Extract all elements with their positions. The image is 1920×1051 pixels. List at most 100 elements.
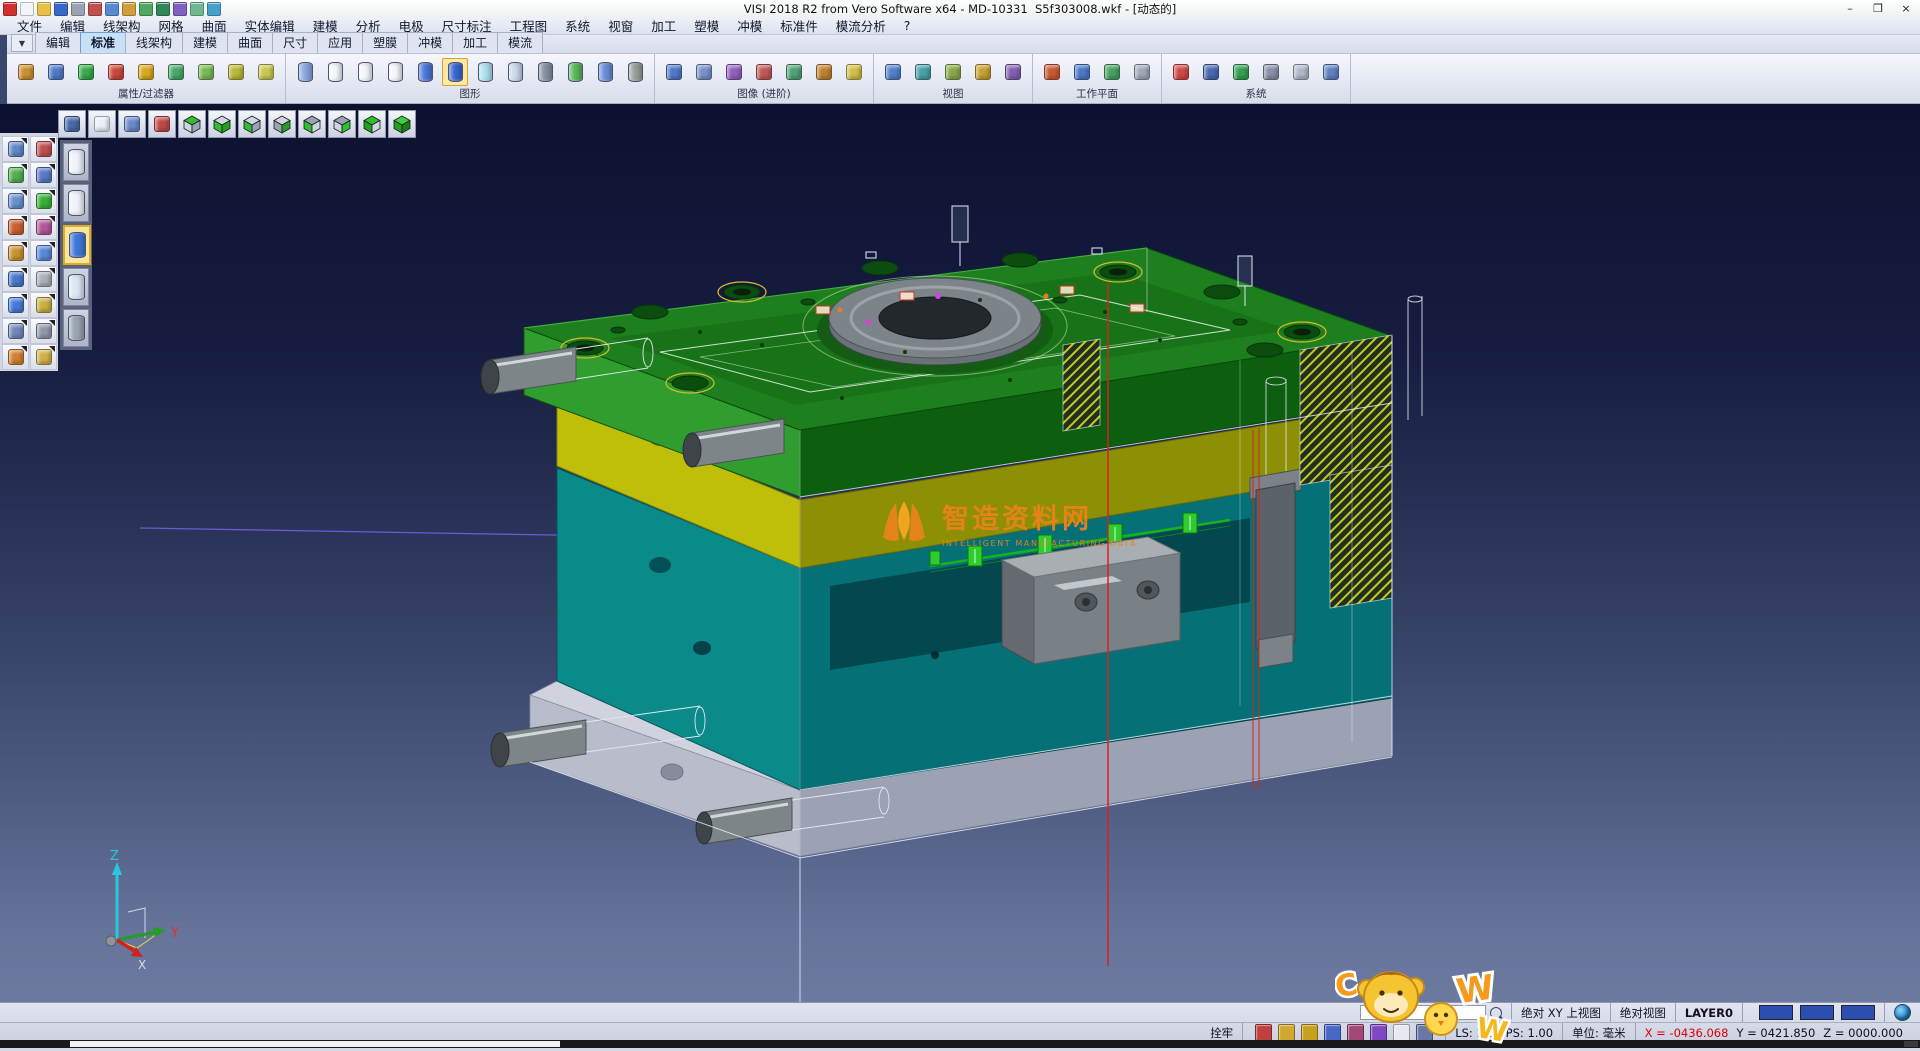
viewport-split-icon[interactable] [30,240,57,266]
tab-5[interactable]: 尺寸 [272,32,318,53]
render-snapshot-icon[interactable] [841,58,867,86]
visi-logo-icon[interactable] [3,2,17,16]
tab-9[interactable]: 加工 [452,32,498,53]
tab-4[interactable]: 曲面 [227,32,273,53]
tab-8[interactable]: 冲模 [407,32,453,53]
system-monitor-icon[interactable] [1198,58,1224,86]
minimize-button[interactable]: – [1836,0,1864,17]
view-iso-cube-icon[interactable] [358,110,386,138]
layer-swatch-1[interactable] [1800,1005,1834,1020]
cut-icon[interactable] [88,2,102,16]
view-zoom-icon[interactable] [880,58,906,86]
mode-wireframe-a-icon[interactable] [63,143,89,181]
grid-toggle-icon[interactable] [1416,1024,1433,1041]
solid-ghost-icon[interactable] [502,58,528,86]
solid-transparent-icon[interactable] [472,58,498,86]
render-dynamic-icon[interactable] [751,58,777,86]
close-button[interactable]: × [1892,0,1920,17]
preview-zoom-icon[interactable] [2,136,29,162]
solid-preview-icon[interactable] [30,266,57,292]
sketch-curve-icon[interactable] [30,162,57,188]
filter-refresh-icon[interactable] [163,58,189,86]
workplane-xy-icon[interactable] [1039,58,1065,86]
solid-wireframe-icon[interactable] [532,58,558,86]
workplane-grid-icon[interactable] [1129,58,1155,86]
visibility-level-icon[interactable] [223,58,249,86]
fit-frame-icon[interactable] [2,162,29,188]
solid-wire-b-icon[interactable] [352,58,378,86]
view-top-cube-icon[interactable] [178,110,206,138]
view-back-cube-icon[interactable] [268,110,296,138]
save-file-icon[interactable] [54,2,68,16]
layers-icon[interactable] [173,2,187,16]
system-iso-box-icon[interactable] [1318,58,1344,86]
render-shaded-icon[interactable] [661,58,687,86]
workplane-align-icon[interactable] [1099,58,1125,86]
zoom-previous-icon[interactable] [118,110,146,138]
view-bottom-cube-icon[interactable] [208,110,236,138]
viewport-3d[interactable]: Z Y X 智造资料网 INTELLIGENT MANUFACTURING DA… [0,104,1920,1002]
filter-remove-icon[interactable] [103,58,129,86]
erase-entity-icon[interactable] [30,136,57,162]
snap-lock-icon[interactable] [1255,1024,1272,1041]
filter-mask-icon[interactable] [43,58,69,86]
open-file-icon[interactable] [37,2,51,16]
import-file-icon[interactable] [30,344,57,370]
attributes-palette-icon[interactable] [13,58,39,86]
render-analysis-icon[interactable] [781,58,807,86]
menu-item-16[interactable]: 标准件 [771,16,827,35]
tab-3[interactable]: 建模 [182,32,228,53]
solid-wire-a-icon[interactable] [322,58,348,86]
view-left-cube-icon[interactable] [298,110,326,138]
menu-item-14[interactable]: 塑模 [685,16,728,35]
system-globe-gear-icon[interactable] [1228,58,1254,86]
license-key-icon[interactable] [1301,1024,1318,1041]
view-right-cube-icon[interactable] [328,110,356,138]
view-orbit-icon[interactable] [910,58,936,86]
copy-icon[interactable] [105,2,119,16]
view-reference-indicator[interactable]: 绝对视图 [1610,1003,1675,1022]
tab-7[interactable]: 塑膜 [362,32,408,53]
system-colors-icon[interactable] [1168,58,1194,86]
mode-ghost-icon[interactable] [63,268,89,306]
render-hidden-line-icon[interactable] [721,58,747,86]
profile-tool-icon[interactable] [1393,1024,1410,1041]
solid-create-icon[interactable] [562,58,588,86]
solid-shaded-icon[interactable] [412,58,438,86]
tab-overflow-button[interactable]: ▼ [11,34,33,52]
print-icon[interactable] [71,2,85,16]
online-status[interactable] [1884,1003,1920,1022]
menu-item-12[interactable]: 视窗 [599,16,642,35]
active-layer-indicator[interactable]: LAYER0 [1675,1003,1742,1022]
filter-traffic-light-icon[interactable] [133,58,159,86]
menu-item-17[interactable]: 模流分析 [827,16,895,35]
tab-0[interactable]: 编辑 [35,32,81,53]
workspace-icon[interactable] [207,2,221,16]
system-point-grid-icon[interactable] [1258,58,1284,86]
solid-tools-icon[interactable] [622,58,648,86]
search-icon[interactable] [1490,1007,1502,1019]
tab-10[interactable]: 模流 [497,32,543,53]
view-front-cube-icon[interactable] [238,110,266,138]
view-list-menu-icon[interactable] [58,110,86,138]
delete-trash-icon[interactable] [2,318,29,344]
tab-1[interactable]: 标准 [80,32,126,53]
tab-2[interactable]: 线架构 [125,32,183,53]
snap-solid-icon[interactable] [1370,1024,1387,1041]
menu-item-11[interactable]: 系统 [556,16,599,35]
system-matrix-icon[interactable] [1288,58,1314,86]
menu-item-13[interactable]: 加工 [642,16,685,35]
regen-view-icon[interactable] [2,266,29,292]
layer-swatch-2[interactable] [1841,1005,1875,1020]
menu-item-15[interactable]: 冲模 [728,16,771,35]
view-plane-icon[interactable] [970,58,996,86]
mode-wireframe-b-icon[interactable] [63,184,89,222]
quick-help-icon[interactable] [1324,1024,1341,1041]
tab-6[interactable]: 应用 [317,32,363,53]
paste-icon[interactable] [122,2,136,16]
quick-search-input[interactable] [1360,1005,1486,1020]
settings-icon[interactable] [190,2,204,16]
snap-entity-icon[interactable] [1347,1024,1364,1041]
filter-add-icon[interactable] [73,58,99,86]
dynamic-axis-icon[interactable] [148,110,176,138]
